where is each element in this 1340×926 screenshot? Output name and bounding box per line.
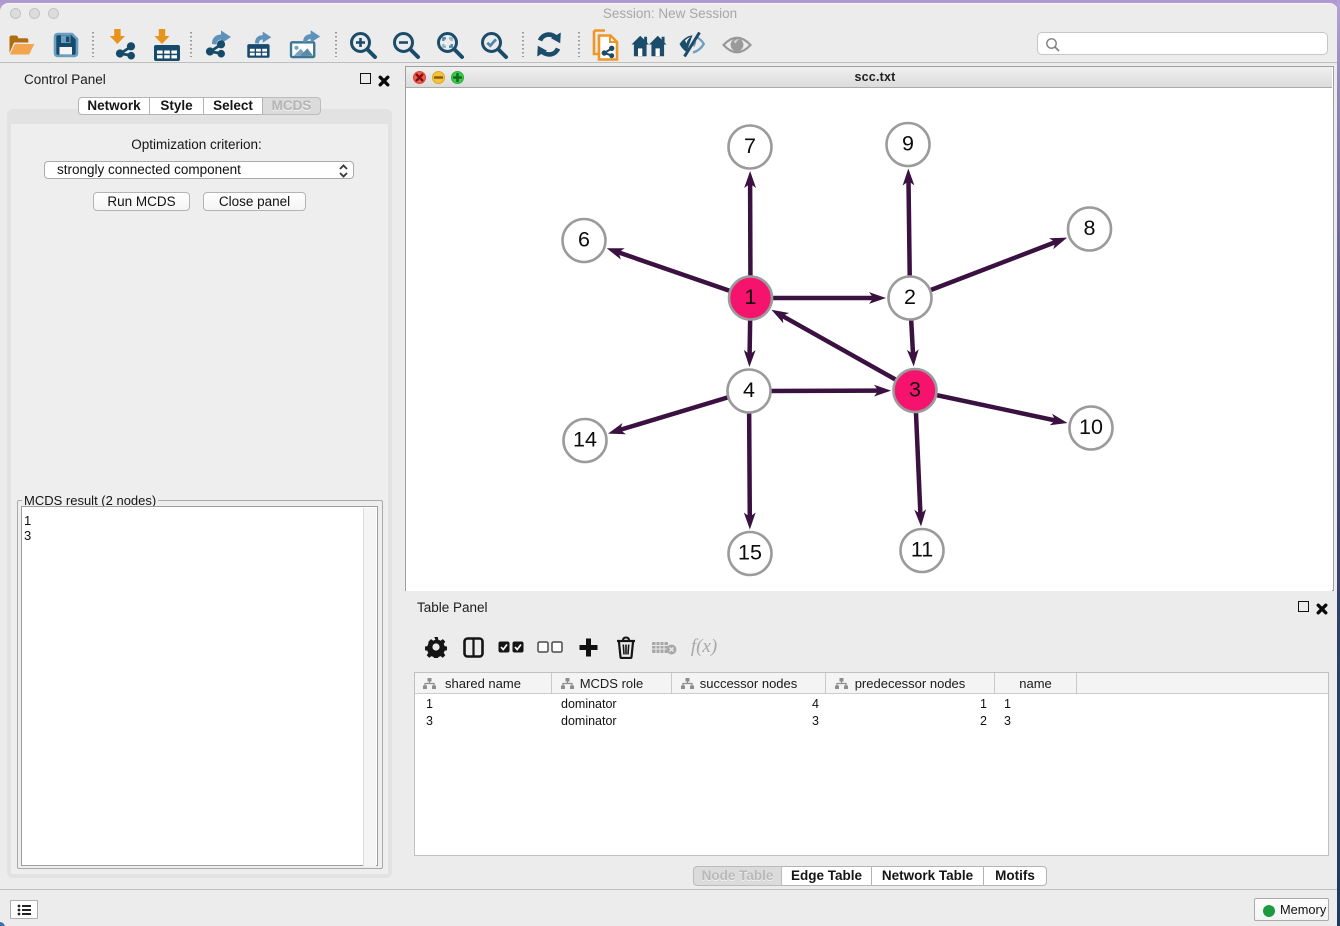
svg-text:11: 11 [911,538,933,562]
svg-text:10: 10 [1079,415,1103,439]
svg-text:4: 4 [743,378,755,402]
svg-text:7: 7 [744,134,756,158]
svg-text:6: 6 [578,228,590,252]
svg-text:1: 1 [745,285,757,309]
svg-text:9: 9 [902,132,914,156]
svg-text:14: 14 [573,428,597,452]
svg-text:3: 3 [909,378,921,402]
svg-text:8: 8 [1084,216,1096,240]
svg-text:15: 15 [738,541,762,565]
svg-text:2: 2 [904,285,916,309]
